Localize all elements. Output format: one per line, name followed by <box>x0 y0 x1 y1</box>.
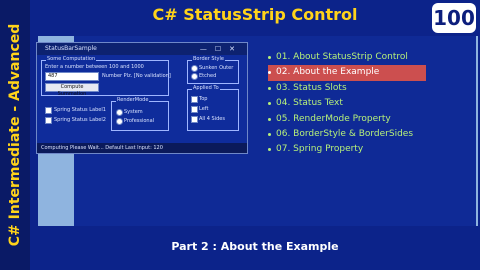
group-render-mode: RenderMode System Professional <box>111 97 169 131</box>
spring-label1-checkbox[interactable] <box>45 107 52 114</box>
topic-label: 06. BorderStyle & BorderSides <box>276 128 414 139</box>
etched-label: Etched <box>199 73 217 79</box>
topic-label: 07. Spring Property <box>276 144 364 155</box>
part-caption: Part 2 : About the Example <box>171 240 339 253</box>
bullet-icon <box>268 86 271 90</box>
all-sides-checkbox[interactable] <box>191 116 198 123</box>
topic-item: 04. Status Text <box>268 96 426 111</box>
all-sides-label: All 4 Sides <box>199 116 225 122</box>
topic-item: 06. BorderStyle & BorderSides <box>268 127 426 142</box>
window-body: Some Computation Enter a number between … <box>37 55 247 143</box>
system-label: System <box>124 109 143 115</box>
bullet-icon <box>268 102 271 106</box>
spring-label2-checkbox[interactable] <box>45 117 52 124</box>
number-input[interactable]: 487 <box>45 72 99 81</box>
window-title: StatusBarSample <box>45 45 97 52</box>
input-hint: Number Plz. [No validation] <box>102 73 171 79</box>
spring-label1-text: Spring Status Label1 <box>54 107 106 113</box>
group-label: RenderMode <box>116 97 150 103</box>
topic-label: 02. About the Example <box>276 67 380 78</box>
group-label: Border Style <box>192 56 225 62</box>
professional-label: Professional <box>124 118 155 124</box>
minimize-icon[interactable]: — <box>200 45 215 53</box>
spring-label2-text: Spring Status Label2 <box>54 117 106 123</box>
bullet-icon <box>268 117 271 121</box>
topic-item-active: 02. About the Example <box>268 65 426 81</box>
sunken-outer-label: Sunken Outer <box>199 65 234 71</box>
topic-item: 07. Spring Property <box>268 142 426 157</box>
top-checkbox[interactable] <box>191 96 198 103</box>
compute-summation-button[interactable]: Compute Summation <box>45 83 99 97</box>
maximize-icon[interactable]: ☐ <box>215 45 229 53</box>
bullet-icon <box>268 56 271 59</box>
side-label: C# Intermediate - Advanced <box>7 23 23 247</box>
group-applied-to: Applied To Top Left All 4 Sides <box>187 85 239 131</box>
topic-item: 03. Status Slots <box>268 81 426 96</box>
side-banner: C# Intermediate - Advanced <box>0 0 30 270</box>
app-window: StatusBarSample —☐✕ Some Computation Ent… <box>36 42 248 154</box>
system-radio[interactable] <box>116 109 123 116</box>
top-label: Top <box>199 96 208 102</box>
slide: C# StatusStrip Control 100 StatusBarSamp… <box>30 0 480 270</box>
sunken-outer-radio[interactable] <box>191 65 198 72</box>
group-label: Some Computation <box>46 56 97 62</box>
bullet-icon <box>268 148 271 152</box>
slide-title: C# StatusStrip Control <box>152 5 358 24</box>
topic-label: 04. Status Text <box>276 98 343 109</box>
left-checkbox[interactable] <box>191 106 198 113</box>
close-icon[interactable]: ✕ <box>229 45 243 53</box>
left-label: Left <box>199 106 209 112</box>
window-titlebar: StatusBarSample —☐✕ <box>37 43 247 55</box>
window-controls: —☐✕ <box>200 43 243 55</box>
etched-radio[interactable] <box>191 73 198 80</box>
topic-item: 05. RenderMode Property <box>268 112 426 127</box>
topic-label: 05. RenderMode Property <box>276 113 391 124</box>
topic-label: 03. Status Slots <box>276 82 347 93</box>
group-some-computation: Some Computation Enter a number between … <box>41 56 171 97</box>
status-strip: Computing Please Wait... Default Last In… <box>37 143 247 153</box>
group-label: Applied To <box>192 85 220 91</box>
bullet-icon <box>268 71 271 75</box>
episode-badge: 100 <box>432 3 476 33</box>
bullet-icon <box>268 132 271 136</box>
input-prompt: Enter a number between 100 and 1000 <box>45 64 144 70</box>
professional-radio[interactable] <box>116 118 123 125</box>
topic-label: 01. About StatusStrip Control <box>276 52 408 62</box>
topic-item: 01. About StatusStrip Control <box>268 50 426 65</box>
group-border-style: Border Style Sunken Outer Etched <box>187 56 239 84</box>
topic-list: 01. About StatusStrip Control 02. About … <box>268 50 426 158</box>
